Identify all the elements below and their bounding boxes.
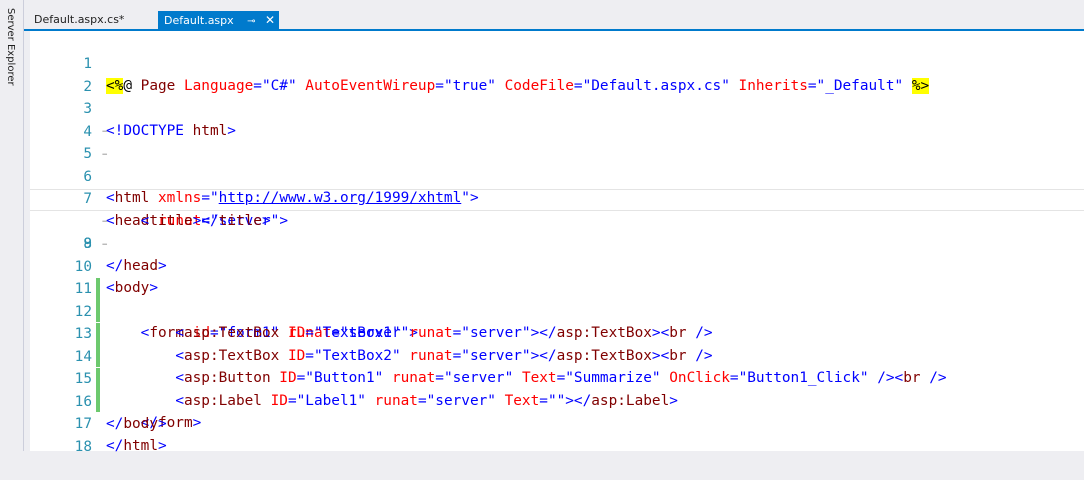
code-line-10: 10 − <form id="form1" runat="server"> (30, 234, 1084, 341)
collapse-icon[interactable]: − (102, 234, 107, 256)
line-number: 18 (74, 438, 92, 455)
tab-label: Default.aspx (164, 14, 234, 27)
current-line-highlight (30, 188, 1084, 211)
code-line-1: 1 <%@ Page Language="C#" AutoEventWireup… (30, 31, 1084, 94)
tab-label: Default.aspx.cs* (34, 13, 125, 26)
server-explorer-label[interactable]: Server Explorer (5, 8, 16, 86)
code-line-15: 15 </form> (30, 346, 1084, 431)
tab-default-aspx[interactable]: Default.aspx ⊸ ✕ (158, 11, 280, 29)
code-line-5: 5 − <html xmlns="http://www.w3.org/1999/… (30, 121, 1084, 206)
code-line-4: 4 (30, 99, 1084, 140)
collapse-icon[interactable]: − (102, 144, 107, 166)
line-text: </html> (106, 438, 167, 454)
code-line-13: 13 <asp:Button ID="Button1" runat="serve… (30, 301, 1084, 386)
document-tab-strip: Default.aspx.cs* Default.aspx ⊸ ✕ (24, 0, 1084, 30)
code-line-2: 2 (30, 54, 1084, 95)
code-line-18: 18 (30, 414, 1084, 455)
code-editor[interactable]: 1 <%@ Page Language="C#" AutoEventWireup… (30, 31, 1084, 455)
code-line-16: 16 </body> (30, 369, 1084, 432)
code-line-9: 9 − <body> (30, 211, 1084, 296)
code-line-14: 14 <asp:Label ID="Label1" runat="server"… (30, 324, 1084, 409)
code-line-12: 12 <asp:TextBox ID="TextBox2" runat="ser… (30, 279, 1084, 364)
code-line-3: 3 <!DOCTYPE html> (30, 76, 1084, 139)
code-line-6: 6 − <head runat="server"> (30, 144, 1084, 229)
code-line-17: 17 </html> (30, 391, 1084, 454)
code-line-7: 7 <title></title> (30, 166, 1084, 229)
code-line-8: 8 </head> (30, 188, 1084, 274)
tab-default-aspx-cs[interactable]: Default.aspx.cs* (28, 11, 130, 29)
code-line-11: 11 <asp:TextBox ID="TextBox1" runat="ser… (30, 256, 1084, 341)
collapse-icon[interactable]: − (102, 211, 107, 233)
close-icon[interactable]: ✕ (265, 11, 275, 29)
collapse-icon[interactable]: − (102, 121, 107, 143)
server-explorer-panel[interactable]: Server Explorer (0, 0, 24, 451)
